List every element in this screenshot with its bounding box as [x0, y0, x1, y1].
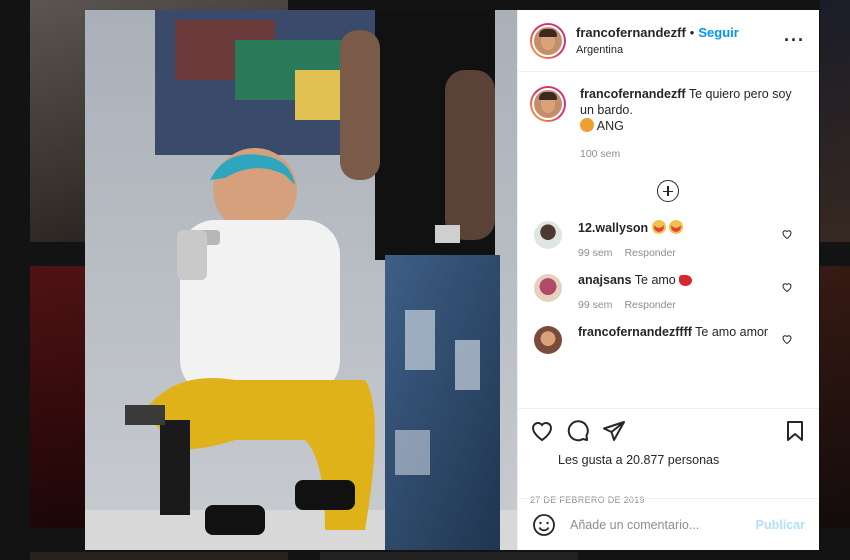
- reply-button[interactable]: Responder: [624, 299, 675, 311]
- comment-text: Te amo amor: [695, 325, 769, 339]
- more-options-icon[interactable]: ···: [784, 30, 805, 51]
- heart-emoji-icon: [679, 275, 693, 286]
- caption: francofernandezff Te quiero pero soy un …: [530, 86, 805, 162]
- save-bookmark-icon[interactable]: [783, 419, 807, 443]
- reply-button[interactable]: Responder: [624, 247, 675, 259]
- comment-username-link[interactable]: 12.wallyson: [578, 221, 648, 235]
- like-comment-heart-icon[interactable]: [781, 228, 793, 240]
- comment-item: anajsans Te amo 99 sem Responder: [530, 273, 805, 311]
- post-side-panel: francofernandezff • Seguir Argentina ···…: [517, 10, 819, 550]
- follow-button[interactable]: Seguir: [698, 25, 738, 40]
- heart-eyes-emoji-icon: [651, 220, 666, 234]
- post-photo-image: [85, 10, 517, 550]
- comment-time: 99 sem: [578, 299, 613, 311]
- comment-username-link[interactable]: francofernandezffff: [578, 325, 692, 339]
- comment-bubble-icon[interactable]: [566, 419, 590, 443]
- comment-time: 99 sem: [578, 247, 613, 259]
- publish-button[interactable]: Publicar: [756, 518, 805, 532]
- comment-username-link[interactable]: anajsans: [578, 273, 632, 287]
- comments-list[interactable]: francofernandezff Te quiero pero soy un …: [518, 72, 819, 408]
- like-heart-icon[interactable]: [530, 419, 554, 443]
- caption-time: 100 sem: [580, 148, 621, 160]
- plus-circle-icon[interactable]: [656, 180, 679, 202]
- likes-count[interactable]: Les gusta a 20.877 personas: [558, 453, 807, 467]
- comment-avatar[interactable]: [534, 274, 562, 302]
- comment-avatar[interactable]: [534, 221, 562, 249]
- comment-text: Te amo: [634, 273, 676, 287]
- caption-avatar[interactable]: [530, 86, 566, 122]
- caption-username-link[interactable]: francofernandezff: [580, 87, 686, 101]
- add-comment-input[interactable]: Añade un comentario...: [570, 518, 756, 532]
- comment-item: 12.wallyson 99 sem Responder: [530, 220, 805, 259]
- like-comment-heart-icon[interactable]: [781, 333, 793, 345]
- heart-eyes-emoji-icon: [669, 220, 684, 234]
- author-username-link[interactable]: francofernandezff: [576, 25, 686, 40]
- caption-text-line1: Te quiero pero soy: [688, 87, 792, 101]
- caption-text-line2: un bardo.: [580, 103, 633, 117]
- separator-dot: •: [689, 25, 695, 40]
- post-modal: francofernandezff • Seguir Argentina ···…: [85, 10, 819, 550]
- author-avatar[interactable]: [530, 22, 566, 59]
- load-more-comments[interactable]: [530, 180, 805, 202]
- caption-text-line3: ANG: [596, 119, 624, 133]
- location-link[interactable]: Argentina: [576, 44, 784, 56]
- post-photo[interactable]: [85, 10, 517, 550]
- face-emoji-icon: [580, 118, 594, 132]
- post-actions: Les gusta a 20.877 personas 27 DE FEBRER…: [518, 408, 819, 505]
- like-comment-heart-icon[interactable]: [781, 281, 793, 293]
- add-comment-bar: Añade un comentario... Publicar: [518, 498, 819, 550]
- post-header: francofernandezff • Seguir Argentina ···: [518, 10, 819, 72]
- share-send-icon[interactable]: [602, 419, 626, 443]
- comment-item: francofernandezffff Te amo amor: [530, 325, 805, 354]
- emoji-smile-icon[interactable]: [532, 513, 556, 537]
- comment-avatar[interactable]: [534, 326, 562, 354]
